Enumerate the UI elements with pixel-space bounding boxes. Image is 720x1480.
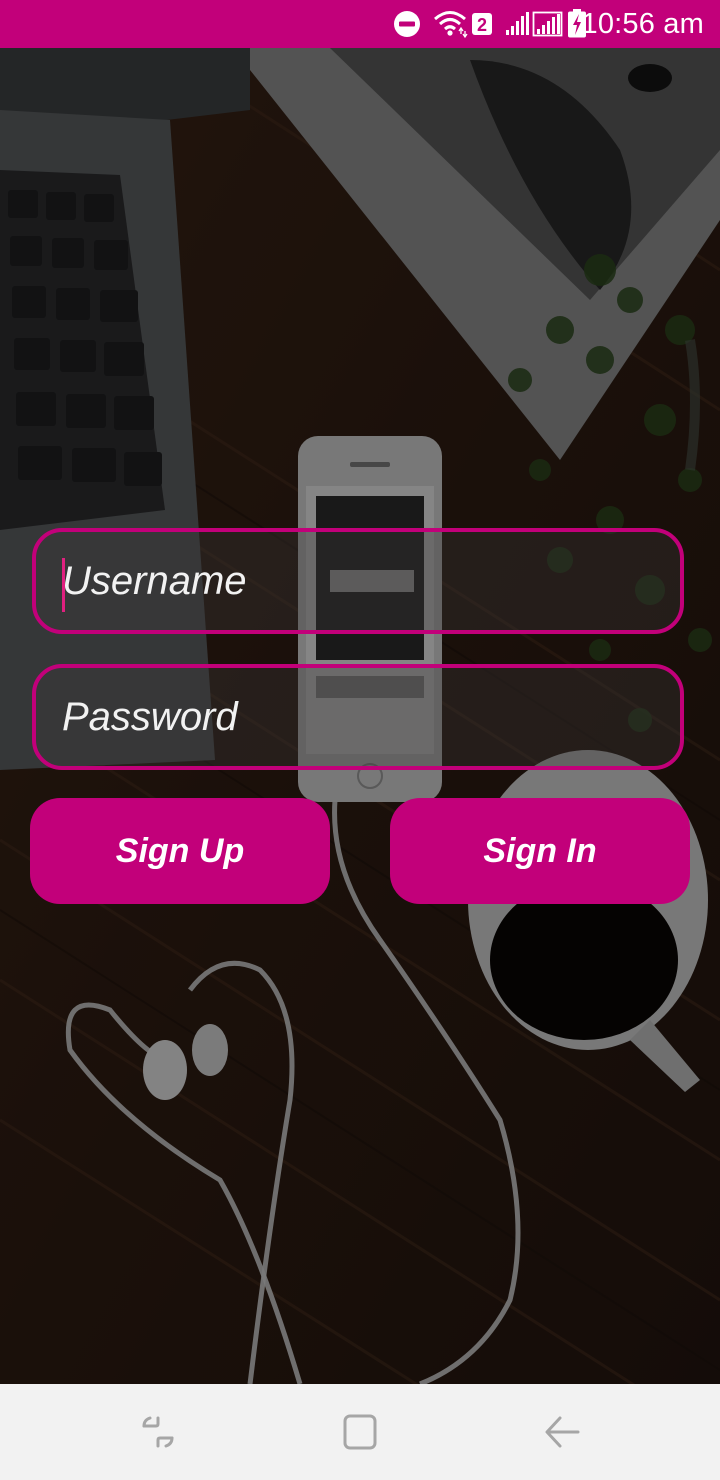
text-caret [62,558,65,612]
status-bar: 2 10:56 am [0,0,720,48]
navigation-bar [0,1384,720,1480]
status-time: 10:56 am [581,8,704,40]
username-input[interactable] [36,532,680,630]
wifi-icon [434,11,468,39]
sign-up-button[interactable]: Sign Up [30,798,330,904]
login-screen: 2 10:56 am Username Sign Up Sign In [0,0,720,1480]
home-icon[interactable] [336,1408,384,1456]
password-input[interactable] [36,668,680,766]
username-field[interactable] [32,528,684,634]
signal-icon [506,12,529,35]
signal-icon [532,11,563,37]
do-not-disturb-icon [394,11,420,37]
password-field[interactable] [32,664,684,770]
sign-in-button[interactable]: Sign In [390,798,690,904]
recents-icon[interactable] [134,1408,182,1456]
back-icon[interactable] [538,1408,586,1456]
sim-badge-number: 2 [477,15,487,35]
sim-badge: 2 [472,13,492,35]
